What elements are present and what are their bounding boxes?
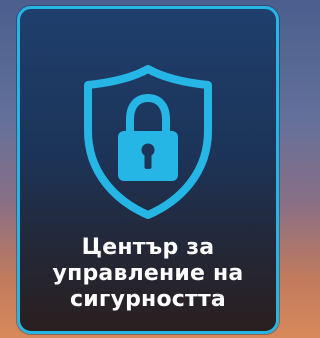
tile-label-line-1: Център за: [81, 235, 215, 260]
tile-label-line-2: управление на: [52, 261, 244, 286]
shield-lock-icon: [78, 61, 218, 221]
tile-label-line-3: сигурността: [70, 287, 226, 312]
tile-label: Център за управление на сигурността: [20, 235, 276, 313]
security-center-tile[interactable]: Център за управление на сигурността: [17, 6, 279, 334]
